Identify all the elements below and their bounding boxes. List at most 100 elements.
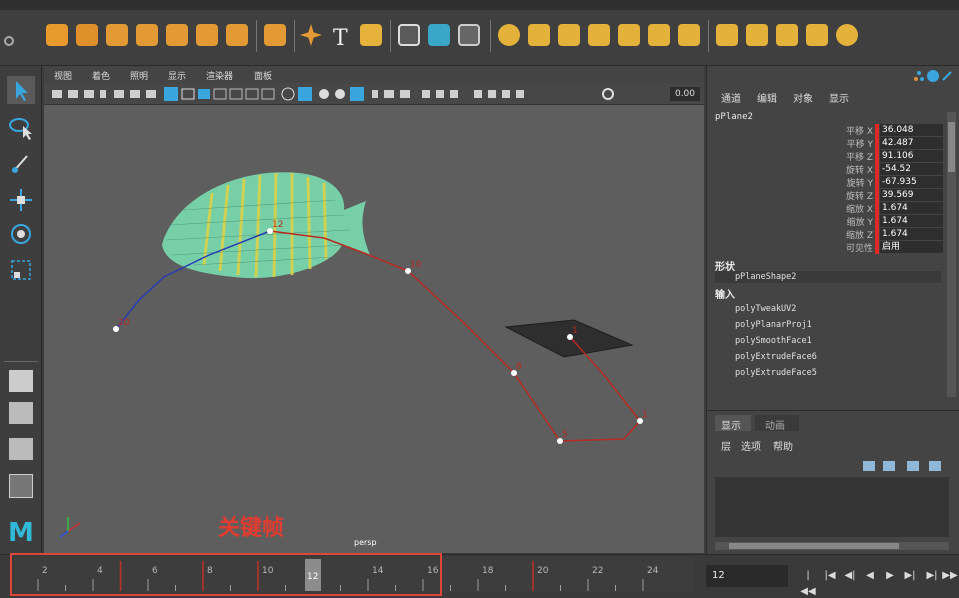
sparkle-icon[interactable] [300,24,322,46]
channel-box-scrollbar[interactable] [947,112,956,397]
light-icon[interactable] [458,24,480,46]
camera-setting-field[interactable]: 0.00 [670,87,700,101]
tab-object[interactable]: 对象 [793,90,813,105]
sculpt-icon[interactable] [836,24,858,46]
perspective-viewport[interactable]: 1 1 8 10 12 20 5 persp [44,105,704,553]
menu-options[interactable]: 选项 [741,438,761,453]
attr-visibility[interactable]: 可见性 启用 [823,241,943,254]
menu-help[interactable]: 帮助 [773,438,793,453]
attr-scale-x[interactable]: 缩放 X 1.674 [823,202,943,215]
tool-settings-icon[interactable] [927,70,939,82]
attr-rotate-z[interactable]: 旋转 Z 39.569 [823,189,943,202]
new-layer-icon[interactable] [907,461,919,471]
go-to-start-icon[interactable]: |◀◀ [800,568,816,597]
menu-renderer[interactable]: 渲染器 [206,69,233,82]
scale-tool-icon[interactable] [7,256,35,284]
poly-torus-icon[interactable] [166,24,188,46]
attr-scale-y[interactable]: 缩放 Y 1.674 [823,215,943,228]
go-to-end-icon[interactable]: ▶▶ [942,568,958,584]
outliner-layout-icon[interactable] [9,474,33,498]
move-tool-icon[interactable] [7,186,35,214]
input-node[interactable]: polyExtrudeFace5 [735,368,817,378]
attr-translate-x[interactable]: 平移 X 36.048 [823,124,943,137]
lasso-select-icon[interactable] [7,114,35,142]
lattice-icon[interactable] [746,24,768,46]
tab-edit[interactable]: 编辑 [757,90,777,105]
menu-lighting[interactable]: 照明 [130,69,148,82]
mirror-icon[interactable] [678,24,700,46]
input-node[interactable]: polySmoothFace1 [735,336,812,346]
extrude-icon[interactable] [588,24,610,46]
object-name[interactable]: pPlane2 [715,112,753,122]
shelf-separator [256,20,257,52]
viewport-toolbar-icons[interactable] [48,86,628,102]
layer-list[interactable] [715,477,949,537]
attr-translate-z[interactable]: 平移 Z 91.106 [823,150,943,163]
tab-channels[interactable]: 通道 [721,90,741,105]
cluster-icon[interactable] [776,24,798,46]
menu-panels[interactable]: 面板 [254,69,272,82]
tab-display-layers[interactable]: 显示 [715,415,751,432]
menu-show[interactable]: 显示 [168,69,186,82]
paint-select-icon[interactable] [7,150,35,178]
single-pane-layout-icon[interactable] [9,370,33,392]
edit-icon[interactable] [941,70,953,82]
poly-sphere-icon[interactable] [46,24,68,46]
input-node[interactable]: polyPlanarProj1 [735,320,812,330]
main-menu-bar [0,0,959,10]
poly-plane-icon[interactable] [196,24,218,46]
step-back-frame-icon[interactable]: ◀| [842,568,858,584]
attr-rotate-y[interactable]: 旋转 Y -67.935 [823,176,943,189]
rotate-tool-icon[interactable] [7,220,35,248]
tab-show[interactable]: 显示 [829,90,849,105]
locator-icon[interactable] [428,24,450,46]
text-tool-icon[interactable]: T [333,26,348,51]
step-forward-key-icon[interactable]: ▶| [924,568,940,584]
input-node[interactable]: polyTweakUV2 [735,304,796,314]
menu-layers[interactable]: 层 [721,438,731,453]
input-node[interactable]: polyExtrudeFace6 [735,352,817,362]
nonlinear-icon[interactable] [806,24,828,46]
poly-cylinder-icon[interactable] [106,24,128,46]
platonic-solid-icon[interactable] [264,24,286,46]
select-arrow-icon[interactable] [7,76,35,104]
two-pane-layout-icon[interactable] [9,438,33,460]
attribute-editor-icon[interactable] [913,70,925,82]
svg-tool-icon[interactable] [360,24,382,46]
menu-view[interactable]: 视图 [54,69,72,82]
poly-cube-icon[interactable] [76,24,98,46]
shelf-separator [708,20,709,52]
step-forward-frame-icon[interactable]: ▶| [902,568,918,584]
scrollbar-thumb[interactable] [729,543,899,549]
poly-cone-icon[interactable] [136,24,158,46]
shelf-menu-icon[interactable] [4,36,14,46]
scene-render: 1 1 8 10 12 20 5 persp [59,172,648,547]
move-layer-down-icon[interactable] [883,461,895,471]
move-layer-up-icon[interactable] [863,461,875,471]
four-pane-layout-icon[interactable] [9,402,33,424]
attr-rotate-x[interactable]: 旋转 X -54.52 [823,163,943,176]
step-back-key-icon[interactable]: |◀ [822,568,838,584]
new-layer-selected-icon[interactable] [929,461,941,471]
smooth-icon[interactable] [648,24,670,46]
separate-icon[interactable] [528,24,550,46]
current-time-field[interactable]: 12 [706,565,788,587]
poly-disc-icon[interactable] [226,24,248,46]
shape-node[interactable]: pPlaneShape2 [735,272,796,282]
measure-icon[interactable] [398,24,420,46]
shelf-separator [294,20,295,52]
curve-frame-label: 20 [118,318,130,328]
attr-scale-z[interactable]: 缩放 Z 1.674 [823,228,943,241]
bridge-icon[interactable] [558,24,580,46]
combine-icon[interactable] [498,24,520,46]
bevel-icon[interactable] [618,24,640,46]
tab-animation-layers[interactable]: 动画 [755,415,799,432]
axis-gizmo-icon [59,517,81,538]
bend-deformer-icon[interactable] [716,24,738,46]
layer-hscrollbar[interactable] [715,542,949,550]
play-back-icon[interactable]: ◀ [862,568,878,584]
attr-translate-y[interactable]: 平移 Y 42.487 [823,137,943,150]
menu-shading[interactable]: 着色 [92,69,110,82]
scrollbar-thumb[interactable] [948,122,955,172]
play-forward-icon[interactable]: ▶ [882,568,898,584]
